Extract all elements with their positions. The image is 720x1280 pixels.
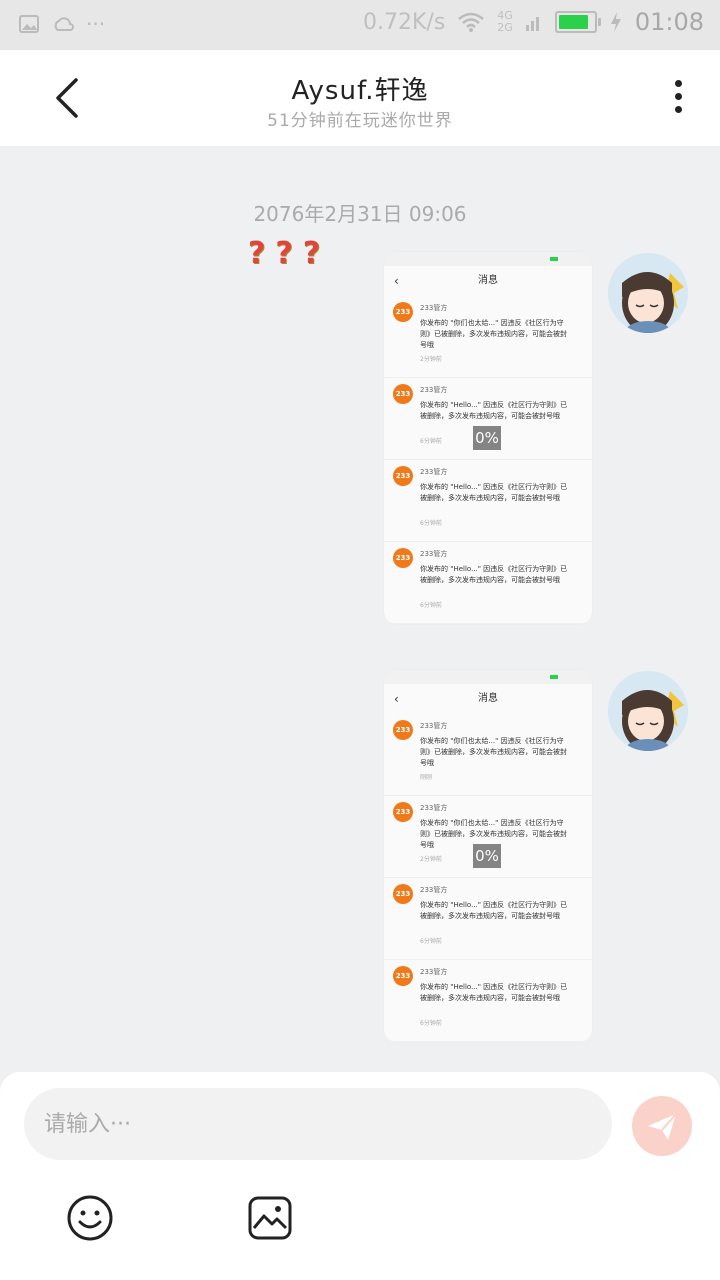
signal-indicator: 4G 2G	[497, 9, 513, 34]
list-item: 233 233管方 你发布的 "Hello..." 因违反《社区行为守则》已被删…	[384, 960, 592, 1042]
network-speed: 0.72K/s	[363, 9, 446, 35]
charging-icon	[610, 12, 621, 32]
list-item: 233 233管方 你发布的 "Hello..." 因违反《社区行为守则》已被删…	[384, 878, 592, 960]
upload-progress: 0%	[473, 426, 501, 450]
screenshot-nav: ‹ 消息	[394, 692, 498, 706]
input-bar	[0, 1072, 720, 1280]
list-item: 233 233管方 你发布的 "你们也太给..." 因违反《社区行为守则》已被删…	[384, 296, 592, 378]
gallery-notification-icon	[19, 15, 39, 33]
signal-bars-icon	[525, 17, 539, 31]
send-icon[interactable]	[632, 1096, 692, 1156]
status-bar: ··· 0.72K/s 4G 2G 01:08	[0, 0, 720, 50]
image-message[interactable]: ‹ 消息 233 233管方 你发布的 "你们也太给..." 因违反《社区行为守则…	[384, 252, 592, 624]
avatar[interactable]	[608, 671, 688, 751]
question-mark: ?	[248, 236, 266, 271]
wifi-icon	[458, 12, 485, 32]
contact-name: Aysuf.轩逸	[291, 76, 429, 106]
more-vertical-icon[interactable]	[666, 80, 690, 120]
list-item: 233 233管方 你发布的 "Hello..." 因违反《社区行为守则》已被删…	[384, 542, 592, 624]
question-reaction: ? ? ?	[248, 236, 320, 271]
chat-header: Aysuf.轩逸 51分钟前在玩迷你世界	[0, 50, 720, 146]
list-item: 233 233管方 你发布的 "你们也太给..." 因违反《社区行为守则》已被删…	[384, 714, 592, 796]
battery-icon	[554, 11, 601, 33]
weather-cloud-icon	[54, 17, 74, 31]
avatar[interactable]	[608, 253, 688, 333]
list-item: 233 233管方 你发布的 "Hello..." 因违反《社区行为守则》已被删…	[384, 460, 592, 542]
clock: 01:08	[634, 8, 704, 36]
question-mark: ?	[302, 236, 321, 271]
image-message[interactable]: ‹ 消息 233 233管方 你发布的 "你们也太给..." 因违反《社区行为守则…	[384, 670, 592, 1042]
emoji-icon[interactable]	[66, 1194, 114, 1242]
message-timestamp: 2076年2月31日 09:06	[253, 202, 467, 226]
upload-progress: 0%	[473, 844, 501, 868]
question-mark: ?	[275, 236, 293, 271]
message-input[interactable]	[24, 1088, 612, 1160]
contact-status: 51分钟前在玩迷你世界	[267, 111, 453, 131]
more-notifications-icon: ···	[86, 12, 106, 36]
image-icon[interactable]	[246, 1194, 294, 1242]
screenshot-nav: ‹ 消息	[394, 274, 498, 288]
